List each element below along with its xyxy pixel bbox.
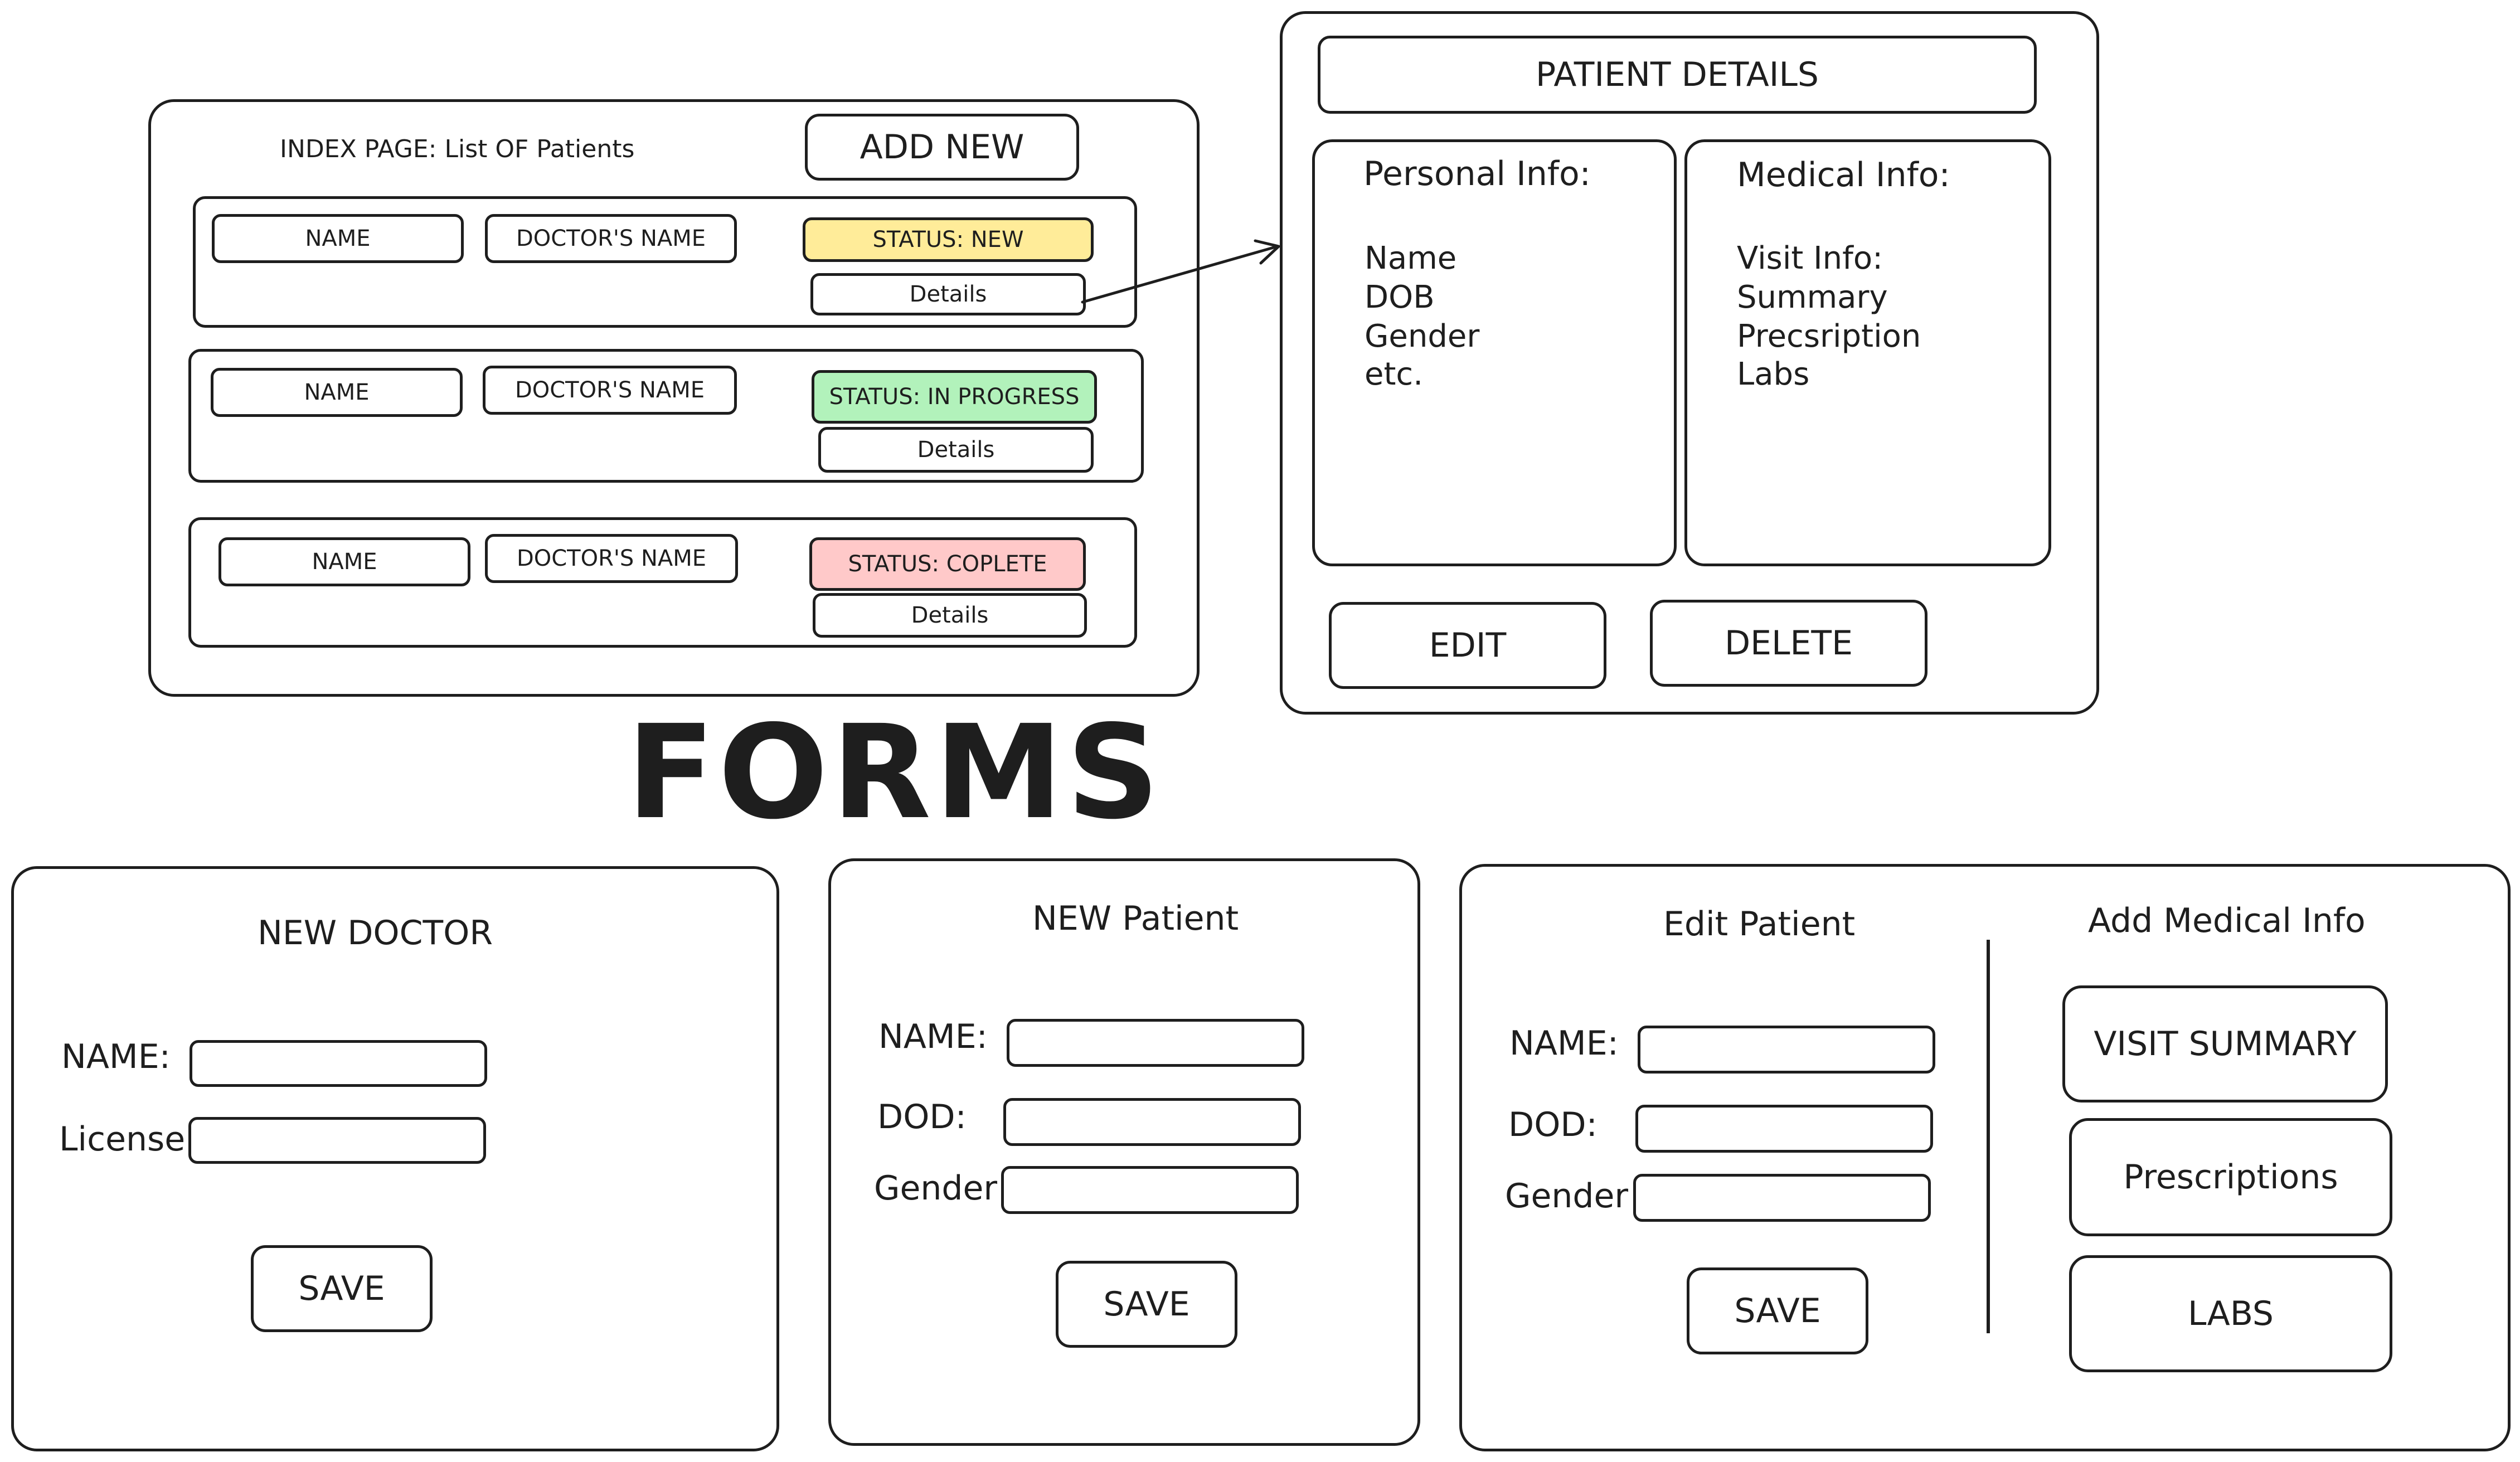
patient-name-field: NAME — [212, 214, 464, 263]
patient-dod-label: DOD: — [877, 1097, 967, 1136]
personal-info-item: DOB — [1365, 279, 1435, 315]
doctor-name-field: DOCTOR'S NAME — [483, 366, 737, 415]
doctor-name-field: DOCTOR'S NAME — [485, 534, 738, 583]
edit-gender-input[interactable] — [1633, 1174, 1931, 1222]
add-medical-info-title: Add Medical Info — [2088, 901, 2366, 940]
personal-info-item: etc. — [1365, 356, 1423, 392]
edit-button[interactable]: EDIT — [1329, 602, 1606, 689]
labs-button[interactable]: LABS — [2069, 1255, 2392, 1372]
forms-heading: FORMS — [627, 697, 1163, 848]
details-button[interactable]: Details — [810, 273, 1086, 315]
personal-info-item: Name — [1365, 240, 1457, 276]
doctor-name-input[interactable] — [190, 1040, 487, 1087]
patient-dod-input[interactable] — [1003, 1098, 1301, 1146]
patient-gender-label: Gender — [874, 1169, 998, 1208]
save-patient-button[interactable]: SAVE — [1056, 1261, 1237, 1348]
prescriptions-button[interactable]: Prescriptions — [2069, 1118, 2392, 1236]
save-doctor-button[interactable]: SAVE — [251, 1245, 433, 1332]
doctor-name-label: NAME: — [61, 1037, 171, 1076]
edit-patient-title: Edit Patient — [1663, 905, 1856, 944]
patient-gender-input[interactable] — [1001, 1166, 1299, 1214]
status-badge-in-progress: STATUS: IN PROGRESS — [812, 370, 1097, 424]
medical-info-item: Precsription — [1737, 318, 1921, 354]
edit-name-input[interactable] — [1638, 1026, 1935, 1074]
add-new-button[interactable]: ADD NEW — [805, 114, 1079, 181]
patient-name-field: NAME — [219, 537, 470, 586]
details-button[interactable]: Details — [813, 593, 1087, 638]
edit-name-label: NAME: — [1509, 1024, 1619, 1063]
visit-summary-button[interactable]: VISIT SUMMARY — [2062, 985, 2388, 1102]
index-page-title: INDEX PAGE: List OF Patients — [280, 135, 635, 163]
medical-info-heading: Medical Info: — [1737, 156, 1950, 195]
medical-info-item: Labs — [1737, 356, 1810, 392]
edit-gender-label: Gender — [1505, 1177, 1629, 1216]
form-divider — [1987, 940, 1990, 1333]
details-button[interactable]: Details — [818, 427, 1094, 473]
license-label: License: — [59, 1120, 197, 1159]
patient-name-label: NAME: — [878, 1017, 988, 1056]
patient-name-field: NAME — [211, 368, 463, 417]
medical-info-item: Summary — [1737, 279, 1888, 315]
personal-info-item: Gender — [1365, 318, 1480, 354]
new-doctor-title: NEW DOCTOR — [258, 914, 493, 953]
edit-dod-input[interactable] — [1635, 1105, 1933, 1153]
patient-name-input[interactable] — [1007, 1019, 1304, 1067]
edit-dod-label: DOD: — [1508, 1105, 1598, 1144]
save-edit-button[interactable]: SAVE — [1687, 1267, 1868, 1354]
navigation-arrow — [1081, 239, 1280, 304]
doctor-name-field: DOCTOR'S NAME — [485, 214, 737, 263]
new-patient-form — [828, 858, 1420, 1446]
new-patient-title: NEW Patient — [1032, 899, 1239, 938]
personal-info-heading: Personal Info: — [1363, 154, 1591, 193]
patient-details-title: PATIENT DETAILS — [1318, 36, 2037, 114]
delete-button[interactable]: DELETE — [1650, 600, 1927, 687]
license-input[interactable] — [188, 1117, 486, 1164]
medical-info-item: Visit Info: — [1737, 240, 1883, 276]
status-badge-complete: STATUS: COPLETE — [809, 537, 1086, 591]
status-badge-new: STATUS: NEW — [803, 217, 1094, 262]
